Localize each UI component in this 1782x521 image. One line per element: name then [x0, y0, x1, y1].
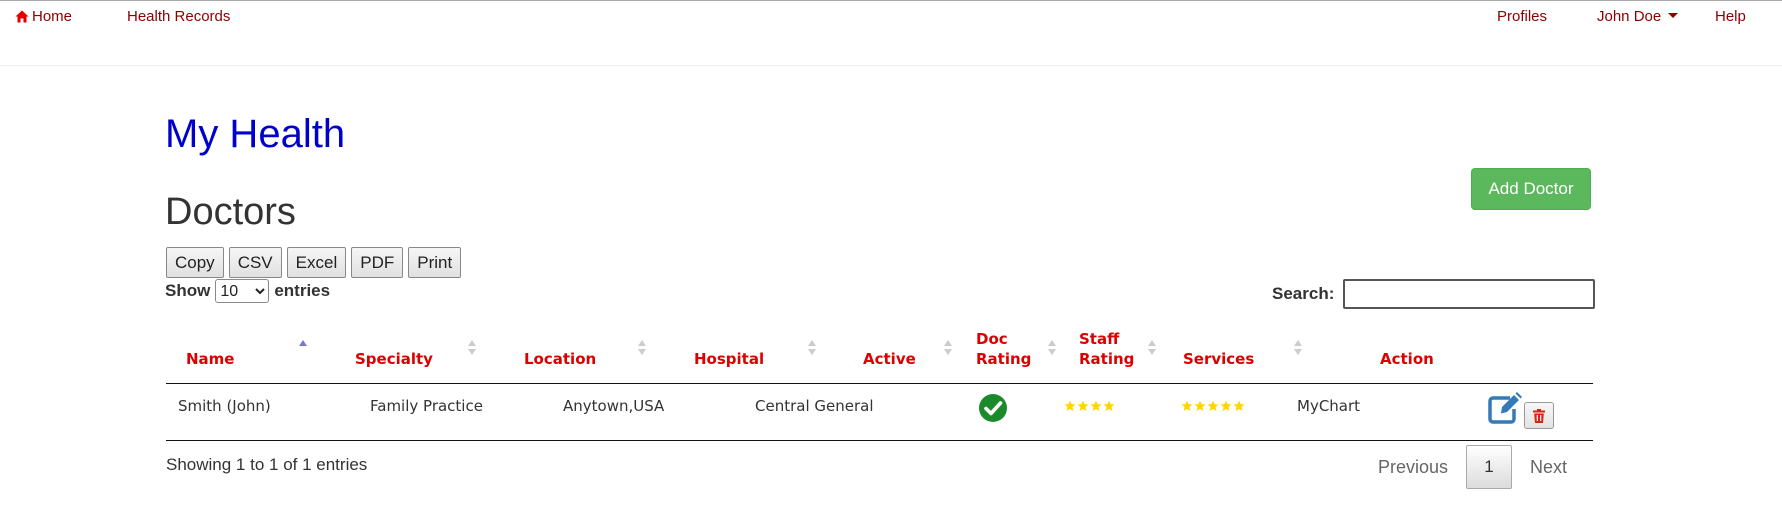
column-header-hospital[interactable]: Hospital [674, 320, 843, 383]
nav-health-records-link[interactable]: Health Records [127, 8, 230, 26]
column-label: Location [524, 350, 597, 368]
search-input[interactable] [1343, 279, 1596, 309]
user-menu-toggle[interactable]: John Doe [1597, 8, 1679, 26]
app-title: My Health [165, 112, 346, 156]
doc-rating-stars [1064, 400, 1115, 412]
excel-button[interactable]: Excel [286, 247, 347, 278]
column-label: Services [1183, 350, 1255, 368]
sort-icon [1148, 340, 1156, 358]
page-length-control: Show 10 entries [165, 279, 330, 303]
star-icon [1103, 400, 1115, 411]
column-label: Specialty [355, 350, 433, 368]
table-row: Smith (John) Family Practice Anytown,USA… [166, 384, 1593, 441]
star-icon [1077, 400, 1089, 411]
print-button[interactable]: Print [408, 247, 462, 278]
sort-icon [1048, 340, 1056, 358]
search-control: Search: [1272, 279, 1596, 309]
column-header-doc-rating[interactable]: Doc Rating [956, 320, 1059, 383]
nav-profiles-link[interactable]: Profiles [1497, 8, 1547, 26]
check-circle-icon [979, 394, 1007, 422]
star-icon [1181, 400, 1193, 411]
column-header-staff-rating[interactable]: Staff Rating [1059, 320, 1163, 383]
sort-icon [808, 340, 816, 358]
home-icon [15, 10, 29, 23]
column-header-name[interactable]: Name [166, 320, 334, 383]
edit-icon[interactable] [1488, 392, 1522, 424]
star-icon [1194, 400, 1206, 411]
column-label: Staff Rating [1079, 330, 1135, 368]
page-size-select[interactable]: 10 [215, 279, 270, 303]
column-label: Hospital [694, 350, 765, 368]
column-header-action: Action [1331, 320, 1593, 383]
search-label: Search: [1272, 284, 1335, 303]
cell-specialty: Family Practice [370, 397, 483, 415]
sort-icon [468, 340, 476, 358]
cell-staff-rating [1181, 390, 1245, 422]
star-icon [1207, 400, 1219, 411]
pagination: Previous 1 Next [1360, 444, 1585, 490]
star-icon [1220, 400, 1232, 411]
column-label: Doc Rating [976, 330, 1032, 368]
table-header: Name Specialty Location Hospital Active … [166, 320, 1593, 384]
cell-active [978, 392, 1008, 424]
add-doctor-button[interactable]: Add Doctor [1471, 168, 1591, 210]
next-page-button[interactable]: Next [1512, 457, 1585, 478]
pdf-button[interactable]: PDF [351, 247, 404, 278]
trash-icon [1533, 408, 1545, 423]
nav-home-link[interactable]: Home [15, 8, 72, 26]
column-header-specialty[interactable]: Specialty [335, 320, 503, 383]
export-button-group: Copy CSV Excel PDF Print [166, 247, 466, 278]
column-header-services[interactable]: Services [1163, 320, 1331, 383]
copy-button[interactable]: Copy [166, 247, 224, 278]
star-icon [1090, 400, 1102, 411]
column-header-location[interactable]: Location [504, 320, 674, 383]
cell-location: Anytown,USA [563, 397, 665, 415]
column-label: Name [186, 350, 235, 368]
cell-doc-rating [1064, 390, 1115, 422]
cell-name: Smith (John) [178, 397, 271, 415]
sort-icon [944, 340, 952, 358]
csv-button[interactable]: CSV [228, 247, 282, 278]
column-label: Action [1380, 350, 1434, 368]
nav-home-label: Home [32, 8, 73, 25]
doctors-table: Name Specialty Location Hospital Active … [166, 320, 1593, 441]
delete-button[interactable] [1524, 402, 1554, 429]
star-icon [1233, 400, 1245, 411]
user-name: John Doe [1597, 8, 1662, 25]
show-label: Show [165, 281, 211, 300]
column-label: Active [863, 350, 916, 368]
caret-down-icon [1668, 13, 1679, 18]
table-info: Showing 1 to 1 of 1 entries [166, 455, 368, 474]
star-icon [1064, 400, 1076, 411]
entries-label: entries [274, 281, 331, 300]
column-header-active[interactable]: Active [843, 320, 956, 383]
sort-icon [1294, 340, 1302, 358]
sort-asc-icon [299, 340, 307, 358]
previous-page-button[interactable]: Previous [1360, 457, 1466, 478]
table-body: Smith (John) Family Practice Anytown,USA… [166, 384, 1593, 441]
page-1-button[interactable]: 1 [1466, 445, 1513, 489]
top-navbar: Home Health Records Profiles John Doe He… [0, 1, 1782, 66]
cell-hospital: Central General [755, 397, 874, 415]
cell-services: MyChart [1297, 397, 1361, 415]
page-title: Doctors [165, 191, 296, 233]
staff-rating-stars [1181, 400, 1245, 412]
sort-icon [638, 340, 646, 358]
nav-help-link[interactable]: Help [1715, 8, 1746, 26]
